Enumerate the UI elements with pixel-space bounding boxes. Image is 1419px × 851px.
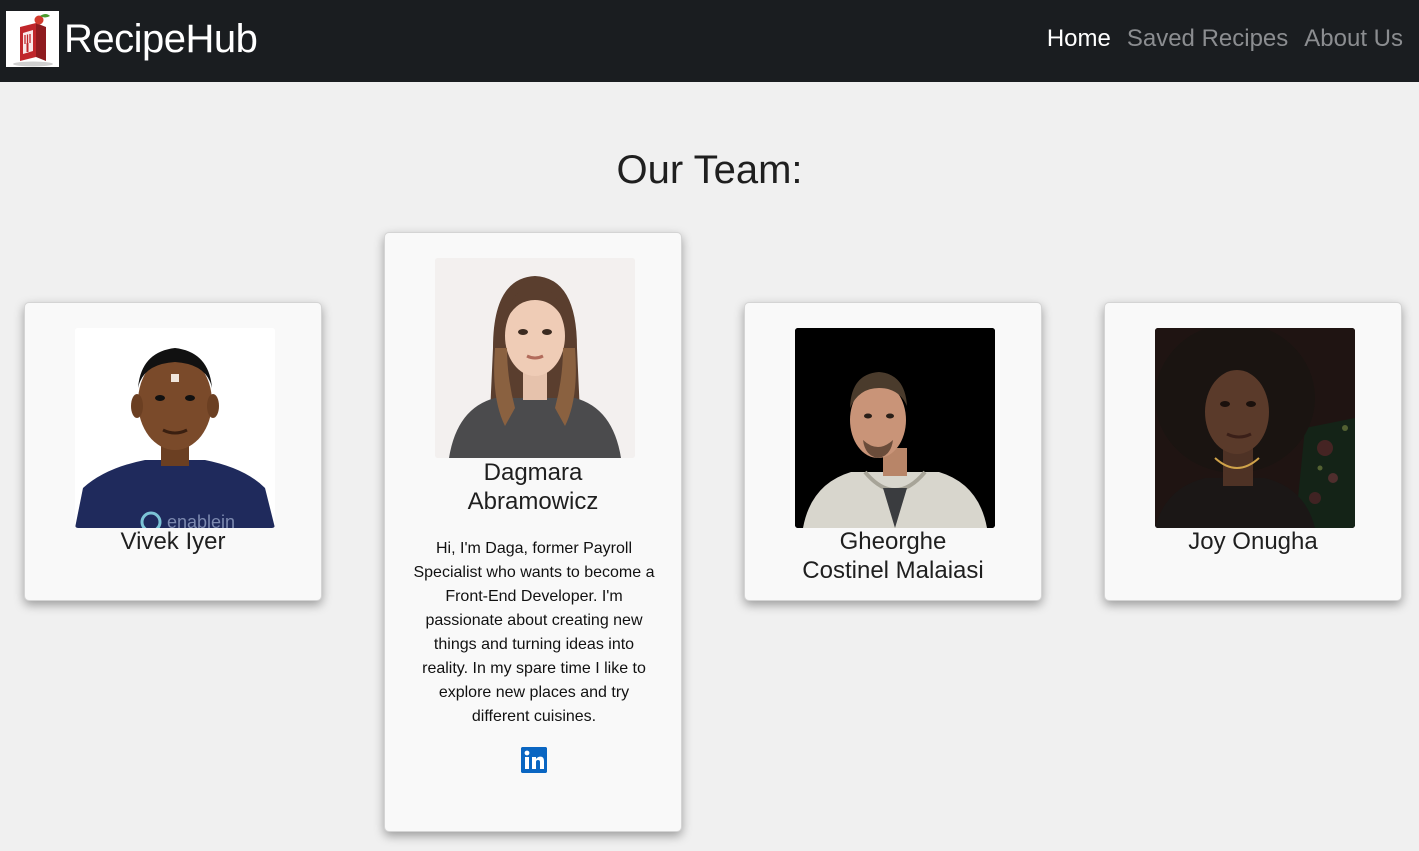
team-member-photo <box>435 258 635 458</box>
team-member-photo <box>795 328 995 528</box>
team-card-gheorghe-costinel-malaiasi: Gheorghe Costinel Malaiasi <box>744 302 1042 601</box>
team-card-joy-onugha: Joy Onugha <box>1104 302 1402 601</box>
navbar: RecipeHub Home Saved Recipes About Us <box>0 0 1419 82</box>
recipehub-logo <box>6 11 59 67</box>
nav-link-about-us[interactable]: About Us <box>1304 22 1403 56</box>
linkedin-icon[interactable] <box>521 747 547 773</box>
nav-links: Home Saved Recipes About Us <box>1047 22 1403 56</box>
team-member-photo <box>1155 328 1355 528</box>
brand-title: RecipeHub <box>64 17 258 61</box>
team-member-name: Vivek Iyer <box>25 527 321 556</box>
team-member-name-line: Gheorghe <box>839 528 947 555</box>
team-member-name-line: Dagmara <box>483 459 583 486</box>
team-member-name-line: Abramowicz <box>467 488 599 515</box>
shirt-logo-text: enablein <box>167 512 235 528</box>
brand-link[interactable]: RecipeHub <box>6 11 258 67</box>
nav-link-saved-recipes[interactable]: Saved Recipes <box>1127 22 1288 56</box>
team-card-dagmara-abramowicz: Dagmara Abramowicz Hi, I'm Daga, former … <box>384 232 682 832</box>
team-card-vivek-iyer: enablein Vivek Iyer <box>24 302 322 601</box>
team-member-photo: enablein <box>75 328 275 528</box>
team-member-name: Joy Onugha <box>1105 527 1401 556</box>
team-member-name-line: Vivek Iyer <box>120 528 226 555</box>
team-member-name-line: Joy Onugha <box>1188 528 1318 555</box>
team-member-name-line: Costinel Malaiasi <box>802 557 984 584</box>
team-member-bio: Hi, I'm Daga, former Payroll Specialist … <box>413 540 655 725</box>
nav-link-home[interactable]: Home <box>1047 22 1111 56</box>
team-member-name: Gheorghe Costinel Malaiasi <box>745 527 1041 585</box>
page-title: Our Team: <box>616 148 803 192</box>
team-member-name: Dagmara Abramowicz <box>385 458 681 516</box>
